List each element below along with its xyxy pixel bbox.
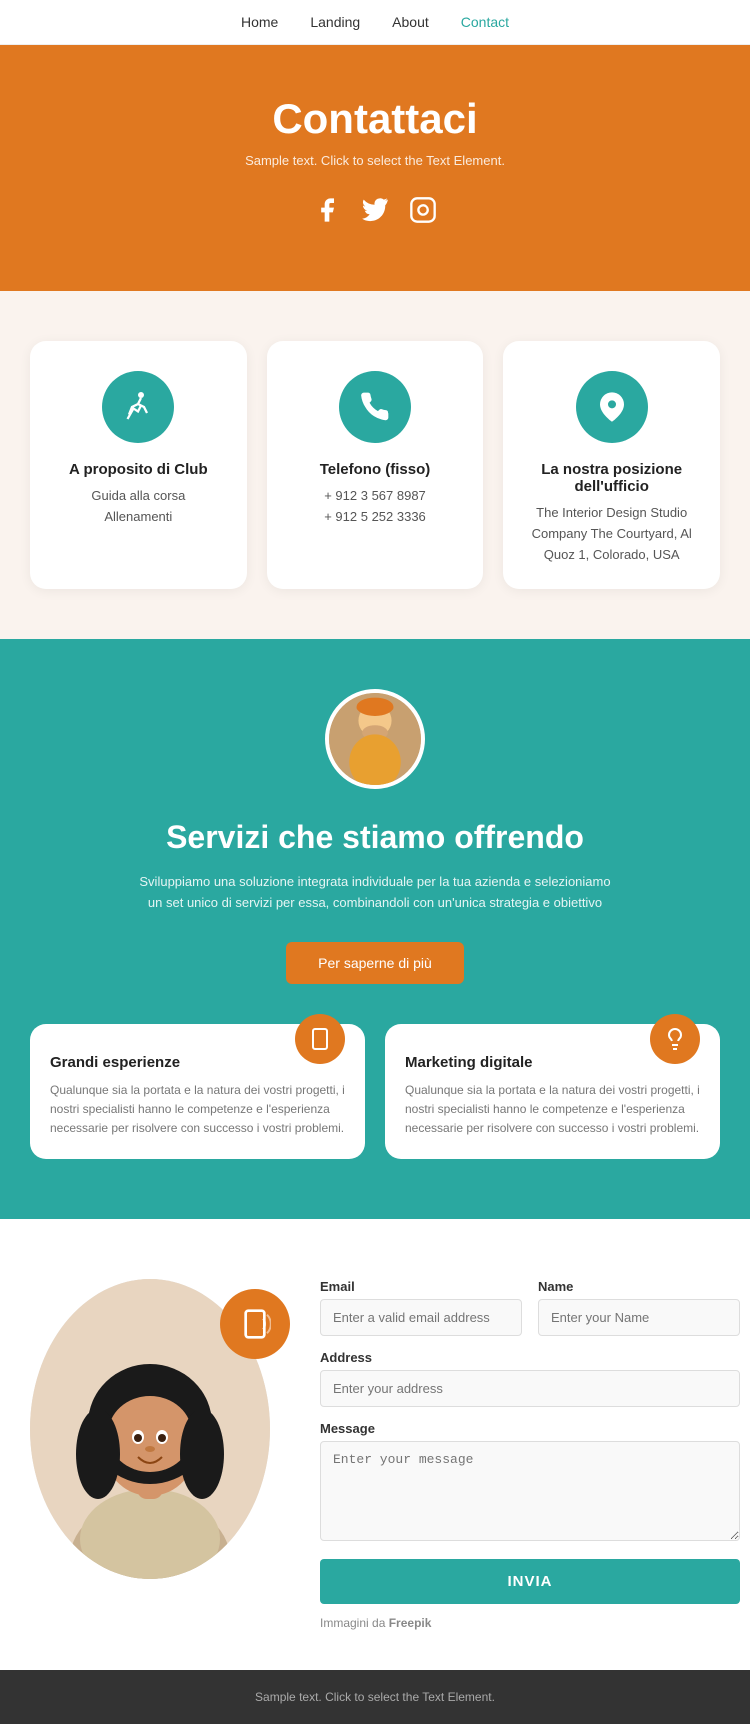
hero-title: Contattaci xyxy=(20,95,730,143)
email-group: Email xyxy=(320,1279,522,1336)
message-label: Message xyxy=(320,1421,740,1436)
name-label: Name xyxy=(538,1279,740,1294)
nav-contact[interactable]: Contact xyxy=(461,14,509,30)
contact-image-area xyxy=(30,1279,290,1579)
learn-more-button[interactable]: Per saperne di più xyxy=(286,942,464,984)
service-card-title-1: Grandi esperienze xyxy=(50,1054,345,1071)
navbar: Home Landing About Contact xyxy=(0,0,750,45)
name-input[interactable] xyxy=(538,1299,740,1336)
social-icons xyxy=(20,196,730,231)
nav-home[interactable]: Home xyxy=(241,14,278,30)
phone-badge-icon xyxy=(220,1289,290,1359)
footer-text: Sample text. Click to select the Text El… xyxy=(20,1690,730,1704)
form-row-email-name: Email Name xyxy=(320,1279,740,1336)
email-label: Email xyxy=(320,1279,522,1294)
teal-section: Servizi che stiamo offrendo Sviluppiamo … xyxy=(0,639,750,1218)
card-club-title: A proposito di Club xyxy=(50,461,227,478)
run-icon xyxy=(102,371,174,443)
card-club-text: Guida alla corsaAllenamenti xyxy=(50,486,227,528)
service-card-text-1: Qualunque sia la portata e la natura dei… xyxy=(50,1081,345,1139)
info-cards-container: A proposito di Club Guida alla corsaAlle… xyxy=(30,341,720,589)
email-input[interactable] xyxy=(320,1299,522,1336)
card-location-title: La nostra posizione dell'ufficio xyxy=(523,461,700,495)
phone-icon xyxy=(339,371,411,443)
service-card-marketing: Marketing digitale Qualunque sia la port… xyxy=(385,1024,720,1159)
location-icon xyxy=(576,371,648,443)
twitter-icon[interactable] xyxy=(361,196,389,231)
nav-about[interactable]: About xyxy=(392,14,429,30)
service-card-title-2: Marketing digitale xyxy=(405,1054,700,1071)
footer: Sample text. Click to select the Text El… xyxy=(0,1670,750,1724)
card-phone-title: Telefono (fisso) xyxy=(287,461,464,478)
mobile-icon xyxy=(295,1014,345,1064)
instagram-icon[interactable] xyxy=(409,196,437,231)
contact-form-area: Email Name Address Message INVIA Immagin… xyxy=(320,1279,740,1630)
service-card-text-2: Qualunque sia la portata e la natura dei… xyxy=(405,1081,700,1139)
message-group: Message xyxy=(320,1421,740,1541)
address-input[interactable] xyxy=(320,1370,740,1407)
person-avatar xyxy=(325,689,425,789)
info-card-club: A proposito di Club Guida alla corsaAlle… xyxy=(30,341,247,589)
service-cards-container: Grandi esperienze Qualunque sia la porta… xyxy=(30,1024,720,1159)
hero-section: Contattaci Sample text. Click to select … xyxy=(0,45,750,291)
nav-landing[interactable]: Landing xyxy=(310,14,360,30)
info-section: A proposito di Club Guida alla corsaAlle… xyxy=(0,291,750,639)
address-label: Address xyxy=(320,1350,740,1365)
card-phone-text: + 912 3 567 8987+ 912 5 252 3336 xyxy=(287,486,464,528)
teal-subtitle: Sviluppiamo una soluzione integrata indi… xyxy=(135,872,615,914)
bulb-icon xyxy=(650,1014,700,1064)
service-card-experience: Grandi esperienze Qualunque sia la porta… xyxy=(30,1024,365,1159)
submit-button[interactable]: INVIA xyxy=(320,1559,740,1604)
name-group: Name xyxy=(538,1279,740,1336)
info-card-location: La nostra posizione dell'ufficio The Int… xyxy=(503,341,720,589)
hero-subtitle: Sample text. Click to select the Text El… xyxy=(20,153,730,168)
card-location-text: The Interior Design Studio Company The C… xyxy=(523,503,700,565)
facebook-icon[interactable] xyxy=(313,196,341,231)
address-group: Address xyxy=(320,1350,740,1407)
contact-section: Email Name Address Message INVIA Immagin… xyxy=(0,1219,750,1670)
freepik-link[interactable]: Freepik xyxy=(389,1616,432,1630)
info-card-phone: Telefono (fisso) + 912 3 567 8987+ 912 5… xyxy=(267,341,484,589)
message-textarea[interactable] xyxy=(320,1441,740,1541)
teal-heading: Servizi che stiamo offrendo xyxy=(30,819,720,856)
attribution-text: Immagini da Freepik xyxy=(320,1616,740,1630)
